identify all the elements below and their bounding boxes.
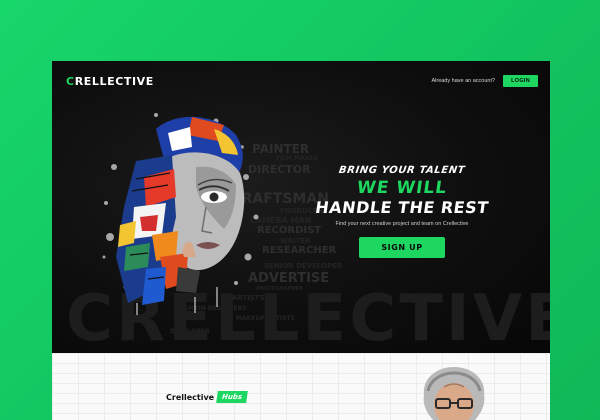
login-button[interactable]: LOGIN bbox=[503, 75, 538, 87]
bg-word-senior-developer: SENIOR DEVELOPER bbox=[264, 262, 343, 270]
logo-letters-rest: RELLECTIVE bbox=[74, 75, 154, 88]
tagline-we-will: WE WILL bbox=[355, 178, 449, 198]
logo-text: CRELLECTIVE bbox=[66, 75, 154, 88]
hero-subtext: Find your next creative project and team… bbox=[335, 221, 469, 227]
man-with-glasses-photo bbox=[423, 367, 485, 420]
hubs-label: Crellective bbox=[166, 392, 215, 402]
account-prompt: Already have an account? bbox=[431, 78, 496, 84]
tagline-bring-your-talent: BRING YOUR TALENT bbox=[338, 165, 466, 176]
hero-headline: BRING YOUR TALENT WE WILL HANDLE THE RES… bbox=[302, 165, 502, 258]
logo-letter-c: C bbox=[66, 75, 75, 88]
browser-screenshot-frame: PAINTER FILM MAKER DIRECTOR DRAFTSMAN PR… bbox=[52, 61, 550, 420]
bg-word-filmmaker: FILM MAKER bbox=[276, 155, 319, 162]
logo[interactable]: CRELLECTIVE bbox=[66, 75, 154, 88]
hubs-section: Crellective Hubs bbox=[52, 353, 550, 420]
tagline-handle-the-rest: HANDLE THE REST bbox=[314, 198, 490, 217]
signup-button[interactable]: SIGN UP bbox=[359, 237, 445, 258]
hubs-badge: Hubs bbox=[216, 391, 248, 403]
account-area: Already have an account? LOGIN bbox=[431, 75, 538, 87]
graffiti-portrait-artwork bbox=[102, 113, 259, 315]
hubs-heading: Crellective Hubs bbox=[166, 391, 248, 403]
hero-section: PAINTER FILM MAKER DIRECTOR DRAFTSMAN PR… bbox=[52, 61, 550, 353]
